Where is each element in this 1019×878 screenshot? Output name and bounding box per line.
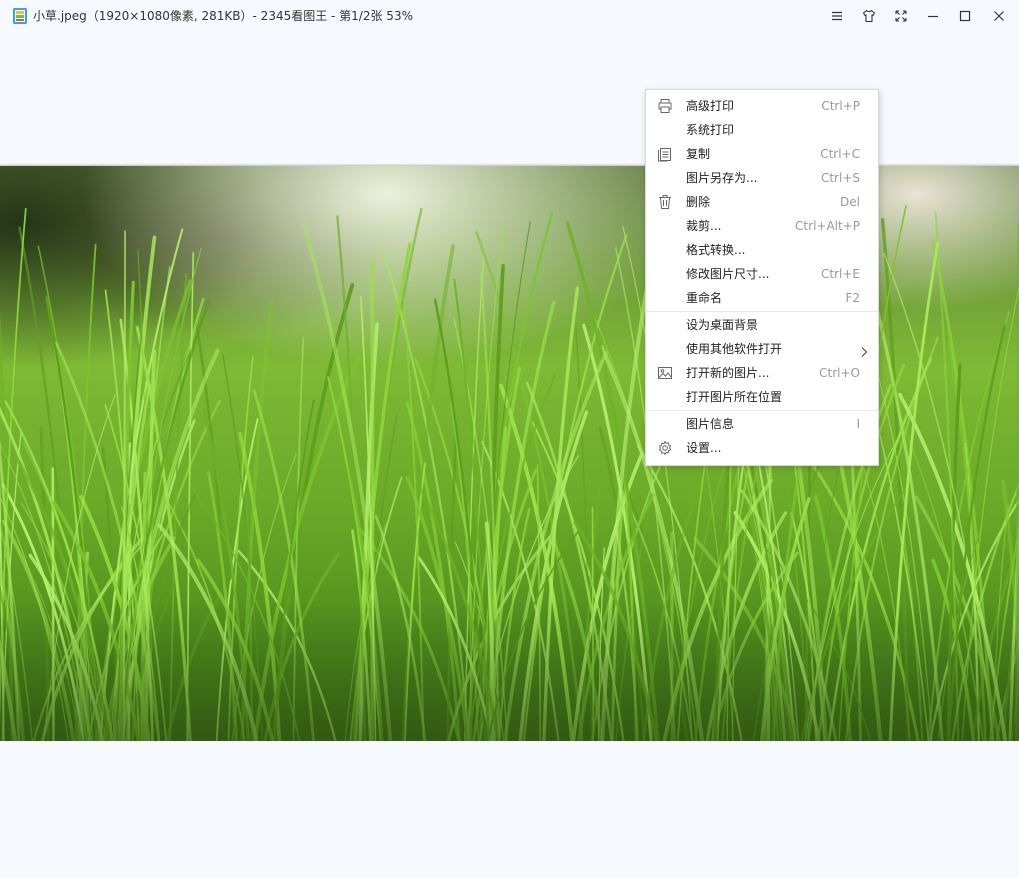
menu-separator xyxy=(646,410,878,411)
menu-item-crop[interactable]: 裁剪... Ctrl+Alt+P xyxy=(646,214,878,238)
menu-item-save-as[interactable]: 图片另存为... Ctrl+S xyxy=(646,166,878,190)
close-icon[interactable] xyxy=(989,6,1009,26)
chevron-right-icon xyxy=(860,343,868,362)
copy-icon xyxy=(657,146,673,162)
context-menu: 高级打印 Ctrl+P 系统打印 复制 Ctrl+C 图片另存为... Ctrl… xyxy=(645,89,879,466)
title-bar[interactable]: 小草.jpeg（1920×1080像素, 281KB）- 2345看图王 - 第… xyxy=(0,0,1019,32)
menu-item-advanced-print[interactable]: 高级打印 Ctrl+P xyxy=(646,94,878,118)
menu-icon[interactable] xyxy=(827,6,847,26)
menu-item-resize[interactable]: 修改图片尺寸... Ctrl+E xyxy=(646,262,878,286)
menu-item-set-wallpaper[interactable]: 设为桌面背景 xyxy=(646,313,878,337)
menu-item-delete[interactable]: 删除 Del xyxy=(646,190,878,214)
picture-app-icon xyxy=(12,7,28,25)
menu-item-copy[interactable]: 复制 Ctrl+C xyxy=(646,142,878,166)
printer-icon xyxy=(657,98,673,114)
menu-item-format-convert[interactable]: 格式转换... xyxy=(646,238,878,262)
fullscreen-icon[interactable] xyxy=(891,6,911,26)
image-viewer-window: 小草.jpeg（1920×1080像素, 281KB）- 2345看图王 - 第… xyxy=(0,0,1019,878)
gear-icon xyxy=(657,440,673,456)
menu-item-system-print[interactable]: 系统打印 xyxy=(646,118,878,142)
menu-item-rename[interactable]: 重命名 F2 xyxy=(646,286,878,310)
menu-item-open-new-image[interactable]: 打开新的图片... Ctrl+O xyxy=(646,361,878,385)
trash-icon xyxy=(657,194,673,210)
menu-item-open-with[interactable]: 使用其他软件打开 xyxy=(646,337,878,361)
window-title: 小草.jpeg（1920×1080像素, 281KB）- 2345看图王 - 第… xyxy=(33,9,413,23)
menu-item-settings[interactable]: 设置... xyxy=(646,436,878,460)
menu-item-image-info[interactable]: 图片信息 I xyxy=(646,412,878,436)
maximize-icon[interactable] xyxy=(955,6,975,26)
skin-icon[interactable] xyxy=(859,6,879,26)
menu-separator xyxy=(646,311,878,312)
minimize-icon[interactable] xyxy=(923,6,943,26)
menu-item-open-location[interactable]: 打开图片所在位置 xyxy=(646,385,878,409)
image-icon xyxy=(657,365,673,381)
